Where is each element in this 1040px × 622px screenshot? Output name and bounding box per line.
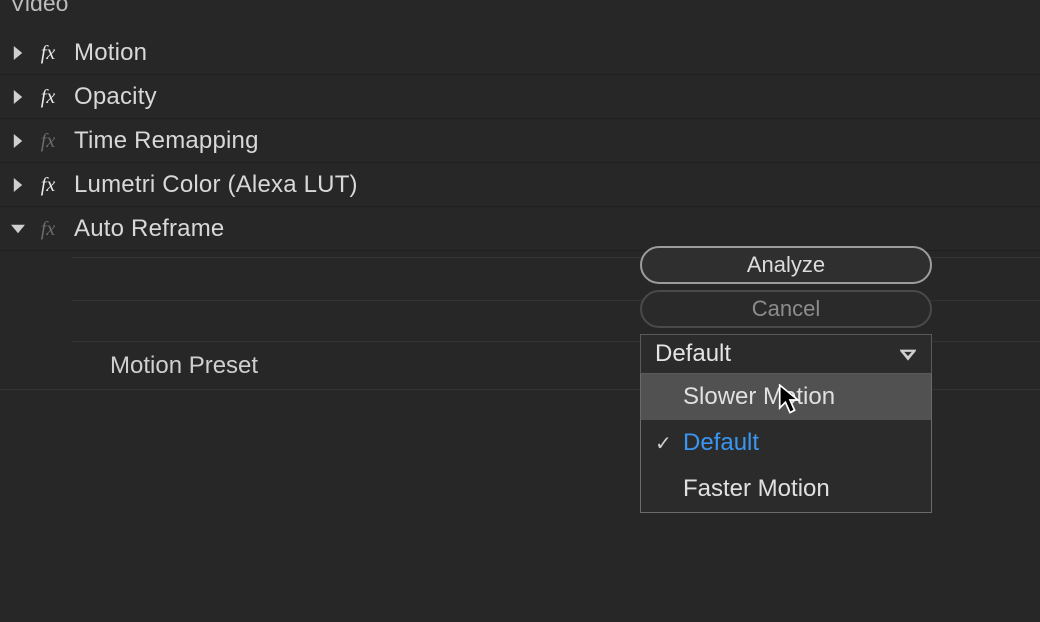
fx-toggle-icon[interactable]: fx: [32, 130, 64, 152]
chevron-right-icon[interactable]: [6, 90, 30, 104]
effect-row-motion[interactable]: fx Motion: [0, 31, 1040, 75]
effect-name: Opacity: [74, 83, 157, 111]
effect-row-time-remapping[interactable]: fx Time Remapping: [0, 119, 1040, 163]
effect-name: Motion: [74, 39, 147, 67]
dropdown-item-slower[interactable]: Slower Motion: [641, 374, 931, 420]
button-label: Analyze: [747, 252, 825, 278]
section-header-video: Video: [0, 0, 1040, 23]
effect-controls-panel: Video fx Motion fx Opacity fx Time Remap…: [0, 0, 1040, 622]
effect-row-opacity[interactable]: fx Opacity: [0, 75, 1040, 119]
fx-toggle-icon[interactable]: fx: [32, 218, 64, 240]
fx-toggle-icon[interactable]: fx: [32, 42, 64, 64]
dropdown-item-label: Slower Motion: [683, 383, 835, 411]
effect-name: Lumetri Color (Alexa LUT): [74, 171, 358, 199]
param-label: Motion Preset: [72, 352, 612, 380]
section-title: Video: [10, 0, 68, 16]
chevron-right-icon[interactable]: [6, 134, 30, 148]
motion-preset-select[interactable]: Default: [640, 334, 932, 374]
chevron-right-icon[interactable]: [6, 46, 30, 60]
check-icon: ✓: [655, 431, 683, 456]
effect-name: Time Remapping: [74, 127, 259, 155]
dropdown-item-faster[interactable]: Faster Motion: [641, 466, 931, 512]
motion-preset-dropdown: Slower Motion ✓ Default Faster Motion: [640, 374, 932, 513]
button-label: Cancel: [752, 296, 820, 322]
fx-toggle-icon[interactable]: fx: [32, 86, 64, 108]
fx-toggle-icon[interactable]: fx: [32, 174, 64, 196]
effect-name: Auto Reframe: [74, 215, 224, 243]
cancel-button: Cancel: [640, 290, 932, 328]
select-value: Default: [655, 340, 731, 368]
effect-row-lumetri[interactable]: fx Lumetri Color (Alexa LUT): [0, 163, 1040, 207]
chevron-right-icon[interactable]: [6, 178, 30, 192]
chevron-down-icon[interactable]: [6, 222, 30, 236]
dropdown-item-label: Faster Motion: [683, 475, 830, 503]
analyze-button[interactable]: Analyze: [640, 246, 932, 284]
dropdown-item-label: Default: [683, 429, 759, 457]
auto-reframe-controls: Analyze Cancel Default Slower Motion ✓ D…: [640, 246, 932, 513]
effect-row-auto-reframe[interactable]: fx Auto Reframe: [0, 207, 1040, 251]
chevron-down-icon: [899, 345, 917, 363]
dropdown-item-default[interactable]: ✓ Default: [641, 420, 931, 466]
